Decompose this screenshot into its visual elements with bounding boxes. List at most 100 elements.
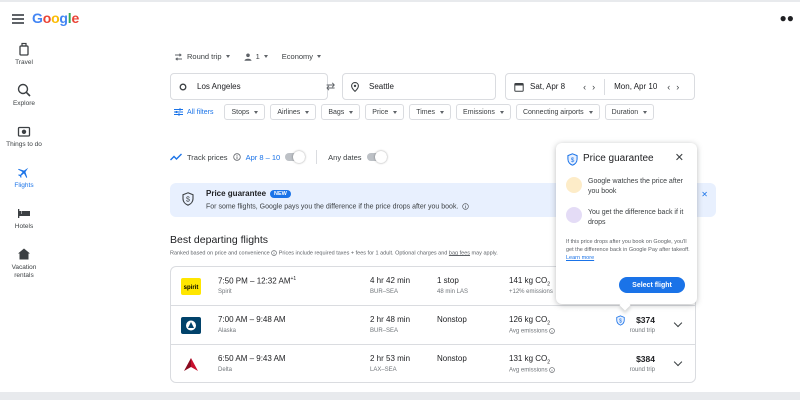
account-icon[interactable]: ●●: [780, 11, 795, 25]
chevron-down-icon: [588, 110, 593, 114]
emissions-value: 141 kg CO: [509, 276, 548, 285]
trip-type-select[interactable]: Round trip: [174, 52, 230, 61]
info-icon[interactable]: [549, 328, 556, 334]
destination-value: Seattle: [369, 82, 394, 91]
chevron-left-icon[interactable]: ‹: [667, 82, 670, 92]
filter-emissions[interactable]: Emissions: [456, 104, 511, 120]
banner-text: For some flights, Google pays you the di…: [206, 203, 459, 211]
chevron-down-icon: [499, 110, 504, 114]
trend-icon: [170, 153, 182, 161]
filter-label: Emissions: [463, 108, 495, 116]
any-dates-label: Any dates: [328, 152, 362, 162]
location-pin-icon: [351, 81, 359, 92]
chevron-left-icon[interactable]: ‹: [583, 82, 586, 92]
filter-stops[interactable]: Stops: [224, 104, 266, 120]
filter-connecting-airports[interactable]: Connecting airports: [515, 104, 600, 120]
emissions-value: 126 kg CO: [509, 315, 548, 324]
emissions-subscript: 2: [547, 359, 551, 366]
learn-more-link[interactable]: Learn more: [566, 255, 594, 261]
origin-input[interactable]: Los Angeles: [170, 73, 328, 100]
banner-title: Price guarantee: [206, 189, 267, 198]
emissions-note: Avg emissions: [509, 367, 556, 374]
flight-row[interactable]: 7:00 AM – 9:48 AM Alaska 2 hr 48 min BUR…: [171, 306, 695, 345]
origin-circle-icon: [179, 83, 187, 90]
price-type: round trip: [629, 328, 655, 334]
info-icon[interactable]: [271, 250, 277, 256]
emissions-note-text: Avg emissions: [509, 328, 548, 335]
stops: Nonstop: [437, 315, 467, 324]
nav-label: Flights: [14, 182, 34, 189]
filter-label: Times: [416, 108, 436, 116]
info-icon[interactable]: [232, 153, 241, 161]
chevron-down-icon[interactable]: [673, 318, 683, 328]
close-icon[interactable]: ✕: [701, 190, 708, 199]
depart-date-value[interactable]: Sat, Apr 8: [530, 82, 565, 91]
price: $384: [636, 354, 655, 364]
passengers-select[interactable]: 1: [244, 52, 268, 61]
camera-icon: [17, 126, 31, 137]
filter-bags[interactable]: Bags: [321, 104, 361, 120]
popup-fine-print: If this price drops after you book on Go…: [566, 238, 690, 262]
swap-icon[interactable]: ⇄: [326, 80, 335, 93]
menu-icon[interactable]: [12, 14, 24, 24]
nav-item-explore[interactable]: Explore: [0, 83, 48, 107]
chevron-down-icon: [225, 55, 230, 58]
nav-item-flights[interactable]: Flights: [0, 165, 48, 189]
chevron-right-icon[interactable]: ›: [676, 82, 679, 92]
filter-duration[interactable]: Duration: [604, 104, 655, 120]
filter-label: Duration: [611, 108, 639, 116]
bed-icon: [18, 209, 30, 218]
emissions: 131 kg CO2: [509, 354, 550, 366]
chevron-down-icon: [349, 110, 354, 114]
cabin-select[interactable]: Economy: [282, 52, 322, 61]
emissions-note: Avg emissions: [509, 328, 556, 335]
close-icon[interactable]: ✕: [675, 151, 684, 164]
trip-type-value: Round trip: [187, 52, 222, 61]
filter-airlines[interactable]: Airlines: [270, 104, 317, 120]
price-note: Prices include required taxes + fees for…: [278, 250, 448, 257]
info-icon[interactable]: [462, 203, 470, 210]
duration: 2 hr 53 min: [370, 354, 411, 363]
all-filters-button[interactable]: All filters: [174, 104, 219, 120]
emissions: 126 kg CO2: [509, 315, 550, 327]
google-logo[interactable]: Google: [32, 10, 79, 26]
popup-title: Price guarantee: [583, 153, 654, 164]
nav-item-travel[interactable]: Travel: [0, 42, 48, 66]
chevron-down-icon: [393, 110, 398, 114]
bag-fees-link[interactable]: bag fees: [449, 250, 470, 256]
emissions-value: 131 kg CO: [509, 354, 548, 363]
date-picker[interactable]: Sat, Apr 8 ‹ › Mon, Apr 10 ‹ ›: [505, 73, 695, 100]
round-trip-icon: [175, 52, 182, 61]
filter-label: Price: [372, 108, 389, 116]
svg-text:$: $: [571, 157, 575, 164]
popup-item-refund: You get the difference back if it drops: [588, 209, 684, 226]
any-dates-toggle[interactable]: [366, 151, 387, 163]
emissions-note: +12% emissions: [509, 289, 553, 295]
nav-item-vacation-rentals[interactable]: Vacation rentals: [0, 247, 48, 280]
filter-price[interactable]: Price: [365, 104, 405, 120]
select-flight-button[interactable]: Select flight: [619, 277, 685, 293]
all-filters-label: All filters: [187, 108, 214, 116]
time-range: 6:50 AM – 9:43 AM: [218, 354, 286, 363]
nav-item-things-to-do[interactable]: Things to do: [0, 124, 48, 148]
nav-item-hotels[interactable]: Hotels: [0, 206, 48, 230]
svg-text:$: $: [186, 197, 190, 204]
chevron-down-icon[interactable]: [673, 357, 683, 367]
stops: Nonstop: [437, 354, 467, 363]
calendar-icon: [514, 82, 524, 92]
info-icon[interactable]: [549, 367, 556, 373]
filter-times[interactable]: Times: [409, 104, 452, 120]
filter-sliders-icon: [174, 108, 183, 116]
filter-label: Stops: [231, 108, 250, 116]
house-icon: [18, 248, 30, 260]
time-range: 7:50 PM – 12:32 AM: [218, 276, 291, 286]
banner-description: For some flights, Google pays you the di…: [206, 203, 470, 211]
flight-row[interactable]: 6:50 AM – 9:43 AM Delta 2 hr 53 min LAX–…: [171, 345, 695, 384]
chevron-right-icon[interactable]: ›: [592, 82, 595, 92]
destination-input[interactable]: Seattle: [342, 73, 496, 100]
nav-label: Vacation rentals: [11, 264, 37, 279]
price-guarantee-icon[interactable]: $: [616, 315, 625, 326]
return-date-value[interactable]: Mon, Apr 10: [614, 82, 657, 91]
track-dates-toggle[interactable]: [285, 151, 306, 163]
chevron-down-icon: [305, 110, 310, 114]
